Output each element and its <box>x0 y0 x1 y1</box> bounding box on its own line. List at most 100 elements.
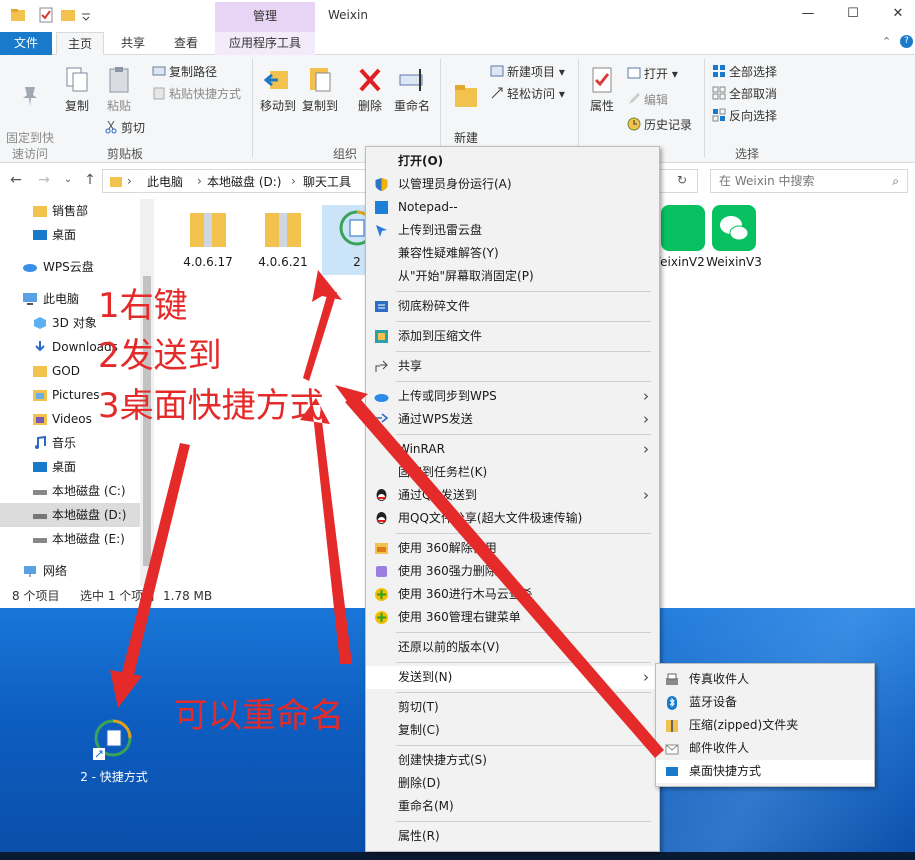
refresh-icon[interactable]: ↻ <box>677 173 687 187</box>
menu-item-compat-troubleshoot[interactable]: 兼容性疑难解答(Y) <box>366 242 659 265</box>
cut-button[interactable]: 剪切 <box>104 120 145 136</box>
menu-item-thunder-cloud[interactable]: 上传到迅雷云盘 <box>366 219 659 242</box>
file-item[interactable]: WeixinV3 <box>699 205 769 269</box>
nav-item-wps-cloud[interactable]: WPS云盘 <box>0 255 140 279</box>
sendto-item-zip[interactable]: 压缩(zipped)文件夹 <box>656 714 874 737</box>
select-none-button[interactable]: 全部取消 <box>712 86 777 102</box>
edit-button[interactable]: 编辑 <box>627 92 668 108</box>
menu-item-send-to[interactable]: 发送到(N) › <box>366 666 659 689</box>
sendto-item-bluetooth[interactable]: 蓝牙设备 <box>656 691 874 714</box>
menu-item-notepad[interactable]: Notepad-- <box>366 196 659 219</box>
breadcrumb-this-pc[interactable]: 此电脑 <box>147 173 183 190</box>
up-button[interactable]: ↑ <box>82 172 98 188</box>
annotation-step1: 1右键 <box>98 286 188 326</box>
menu-item-qq-share[interactable]: 用QQ文件分享(超大文件极速传输) <box>366 507 659 530</box>
menu-separator <box>396 381 651 382</box>
tab-view[interactable]: 查看 <box>162 32 210 55</box>
nav-item-drive-e[interactable]: 本地磁盘 (E:) <box>0 527 140 551</box>
maximize-button[interactable]: ☐ <box>845 6 861 22</box>
menu-separator <box>396 291 651 292</box>
menu-item-restore-versions[interactable]: 还原以前的版本(V) <box>366 636 659 659</box>
menu-item-delete[interactable]: 删除(D) <box>366 772 659 795</box>
new-folder-quick-icon[interactable] <box>60 7 76 23</box>
paste-button[interactable]: 粘贴 <box>104 65 134 114</box>
properties-button[interactable]: 属性 <box>584 65 620 114</box>
copy-to-button[interactable]: 复制到 <box>300 65 340 114</box>
menu-item-360-unlock[interactable]: 使用 360解除占用 <box>366 537 659 560</box>
recent-locations-button[interactable]: ⌄ <box>60 172 76 188</box>
delete-button[interactable]: 删除 <box>352 65 388 114</box>
paste-shortcut-button[interactable]: 粘贴快捷方式 <box>152 86 241 102</box>
forward-button[interactable]: → <box>36 172 52 188</box>
file-item[interactable]: 4.0.6.17 <box>173 205 243 269</box>
invert-selection-icon <box>712 108 726 122</box>
tab-share[interactable]: 共享 <box>110 32 156 55</box>
menu-item-360-delete[interactable]: 使用 360强力删除 <box>366 560 659 583</box>
nav-item-sales[interactable]: 销售部 <box>0 199 140 223</box>
breadcrumb-chat-tools[interactable]: 聊天工具 <box>303 173 351 190</box>
minimize-button[interactable]: — <box>800 6 816 22</box>
menu-item-share[interactable]: 共享 <box>366 355 659 378</box>
taskbar <box>0 852 915 860</box>
customize-quick-access-icon[interactable] <box>80 7 92 23</box>
nav-item-network[interactable]: 网络 <box>0 559 140 583</box>
properties-quick-icon[interactable] <box>38 7 54 23</box>
nav-item-desktop-2[interactable]: 桌面 <box>0 455 140 479</box>
nav-item-music[interactable]: 音乐 <box>0 431 140 455</box>
desktop-shortcut[interactable]: 2 - 快捷方式 <box>72 716 156 785</box>
pin-quick-access-button[interactable]: 固定到快 速访问 <box>4 65 56 162</box>
menu-item-run-as-admin[interactable]: 以管理员身份运行(A) <box>366 173 659 196</box>
menu-item-open[interactable]: 打开(O) <box>366 150 659 173</box>
submenu-arrow-icon: › <box>643 387 649 405</box>
menu-item-properties[interactable]: 属性(R) <box>366 825 659 848</box>
menu-item-360-menu[interactable]: 使用 360管理右键菜单 <box>366 606 659 629</box>
sendto-item-desktop-shortcut[interactable]: 桌面快捷方式 <box>656 760 874 783</box>
menu-item-add-archive[interactable]: 添加到压缩文件 <box>366 325 659 348</box>
menu-item-unpin-start[interactable]: 从"开始"屏幕取消固定(P) <box>366 265 659 288</box>
history-button[interactable]: 历史记录 <box>627 117 692 133</box>
menu-item-shred[interactable]: 彻底粉碎文件 <box>366 295 659 318</box>
menu-item-cut[interactable]: 剪切(T) <box>366 696 659 719</box>
tab-home[interactable]: 主页 <box>56 32 104 56</box>
sendto-item-mail[interactable]: 邮件收件人 <box>656 737 874 760</box>
menu-item-wps-send[interactable]: 通过WPS发送 › <box>366 408 659 431</box>
menu-item-qq-send[interactable]: 通过QQ发送到 › <box>366 484 659 507</box>
move-to-button[interactable]: 移动到 <box>258 65 298 114</box>
sendto-item-fax[interactable]: 传真收件人 <box>656 668 874 691</box>
close-button[interactable]: ✕ <box>890 6 906 22</box>
nav-item-desktop[interactable]: 桌面 <box>0 223 140 247</box>
rename-button[interactable]: 重命名 <box>392 65 432 114</box>
tab-file[interactable]: 文件 <box>0 32 52 55</box>
sendto-label: 传真收件人 <box>689 672 750 686</box>
tab-app-tools[interactable]: 应用程序工具 <box>215 32 315 55</box>
back-button[interactable]: ← <box>8 172 24 188</box>
manage-context-tab[interactable]: 管理 <box>215 2 315 32</box>
menu-item-create-shortcut[interactable]: 创建快捷方式(S) <box>366 749 659 772</box>
wechat-icon <box>712 205 756 251</box>
nav-item-drive-c[interactable]: 本地磁盘 (C:) <box>0 479 140 503</box>
menu-item-rename[interactable]: 重命名(M) <box>366 795 659 818</box>
menu-item-360-scan[interactable]: 使用 360进行木马云查杀 <box>366 583 659 606</box>
easy-access-button[interactable]: 轻松访问 ▾ <box>490 86 565 102</box>
paste-icon <box>109 67 129 93</box>
help-icon[interactable]: ? <box>900 35 913 48</box>
copy-button[interactable]: 复制 <box>62 65 92 114</box>
menu-label: 固定到任务栏(K) <box>398 465 488 479</box>
menu-item-pin-taskbar[interactable]: 固定到任务栏(K) <box>366 461 659 484</box>
invert-selection-button[interactable]: 反向选择 <box>712 108 777 124</box>
menu-item-winrar[interactable]: WinRAR › <box>366 438 659 461</box>
nav-item-drive-d[interactable]: 本地磁盘 (D:) <box>0 503 140 527</box>
breadcrumb-drive-d[interactable]: 本地磁盘 (D:) <box>207 173 281 190</box>
new-item-button[interactable]: 新建项目 ▾ <box>490 64 565 80</box>
select-all-button[interactable]: 全部选择 <box>712 64 777 80</box>
collapse-ribbon-icon[interactable]: ⌃ <box>882 35 891 48</box>
sendto-label: 蓝牙设备 <box>689 695 738 709</box>
paste-label: 粘贴 <box>106 99 131 113</box>
copy-path-button[interactable]: 复制路径 <box>152 64 217 80</box>
search-input[interactable]: 在 Weixin 中搜索 ⌕ <box>710 169 908 193</box>
menu-item-copy[interactable]: 复制(C) <box>366 719 659 742</box>
file-item[interactable]: 4.0.6.21 <box>248 205 318 269</box>
menu-item-wps-sync[interactable]: 上传或同步到WPS › <box>366 385 659 408</box>
open-button[interactable]: 打开 ▾ <box>627 66 678 82</box>
menu-separator <box>396 632 651 633</box>
